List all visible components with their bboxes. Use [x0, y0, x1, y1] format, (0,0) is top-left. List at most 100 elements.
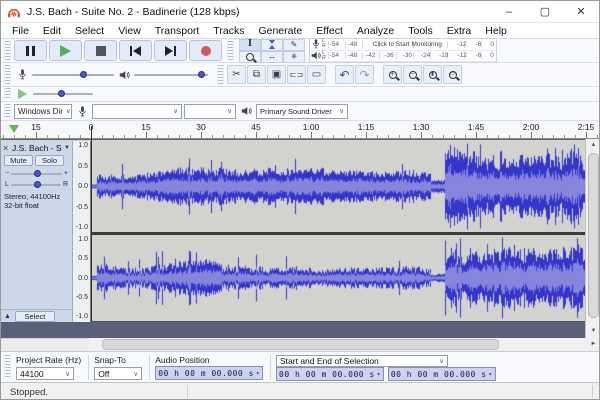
pan-thumb[interactable] — [33, 180, 41, 188]
menu-item[interactable]: Help — [478, 25, 514, 37]
meter-monitoring-hint[interactable]: Click to Start Monitoring — [357, 41, 457, 48]
paste-icon: ▣ — [271, 69, 282, 80]
play-speed-thumb[interactable] — [58, 90, 66, 97]
scroll-right-icon[interactable]: ► — [587, 338, 599, 351]
redo-button[interactable]: ↷ — [355, 65, 374, 84]
copy-button[interactable]: ⧉ — [247, 65, 266, 84]
play-speed-slider[interactable] — [33, 90, 93, 97]
recording-device-select[interactable]: ∨ — [92, 103, 182, 119]
scroll-down-icon[interactable]: ▼ — [586, 325, 599, 338]
silence-audio-button[interactable]: ▭ — [307, 65, 326, 84]
selection-mode-select[interactable]: Start and End of Selection ∨ — [276, 355, 449, 367]
toolbar-gripper[interactable] — [4, 41, 11, 60]
audio-host-select[interactable]: Windows Dir ∨ — [14, 103, 72, 119]
field-dropdown-icon[interactable]: ▾ — [489, 371, 493, 378]
snap-to-select[interactable]: Off ∨ — [94, 367, 143, 380]
field-dropdown-icon[interactable]: ▾ — [256, 370, 260, 377]
waveform-area[interactable] — [91, 141, 585, 323]
record-icon — [200, 45, 211, 56]
selection-tool-button[interactable]: I — [239, 38, 261, 51]
multi-tool-button[interactable]: ✳ — [283, 50, 305, 63]
toolbar-gripper[interactable] — [227, 41, 234, 60]
zoom-fit-project-button[interactable]: ▭ — [443, 65, 462, 84]
menu-item[interactable]: Edit — [36, 25, 68, 37]
menu-item[interactable]: File — [5, 25, 36, 37]
playback-volume-thumb[interactable] — [197, 70, 205, 78]
track-control-panel[interactable]: × J.S. Bach - S ▼ Mute Solo − + L R Ster… — [1, 141, 73, 323]
undo-button[interactable]: ↶ — [335, 65, 354, 84]
menu-item[interactable]: Extra — [440, 25, 479, 37]
cut-button[interactable]: ✂ — [227, 65, 246, 84]
title-bar: J.S. Bach - Suite No. 2 - Badinerie (128… — [1, 1, 599, 23]
waveform-channel-1[interactable] — [91, 141, 585, 232]
timeshift-tool-button[interactable]: ↔ — [261, 50, 283, 63]
menu-item[interactable]: Generate — [251, 25, 309, 37]
gain-thumb[interactable] — [34, 169, 42, 177]
zoom-out-button[interactable]: − — [403, 65, 422, 84]
menu-item[interactable]: Transport — [148, 25, 207, 37]
recording-volume-slider[interactable] — [32, 70, 114, 78]
play-button[interactable] — [49, 40, 82, 61]
project-rate-select[interactable]: 44100 ∨ — [16, 367, 74, 380]
track-select-button[interactable]: Select — [14, 311, 55, 322]
menu-item[interactable]: Analyze — [350, 25, 401, 37]
menu-item[interactable]: Tracks — [206, 25, 251, 37]
horizontal-scrollbar-thumb[interactable] — [102, 339, 499, 350]
minimize-button[interactable]: – — [491, 1, 527, 23]
envelope-tool-button[interactable] — [261, 38, 283, 51]
trim-audio-button[interactable]: ⊏⊐ — [287, 65, 306, 84]
pause-button[interactable] — [14, 40, 47, 61]
play-at-speed-button[interactable] — [14, 89, 31, 99]
zoom-to-selection-button[interactable]: ▮ — [423, 65, 442, 84]
zoom-tool-button[interactable] — [239, 50, 261, 63]
draw-tool-button[interactable]: ✎ — [283, 38, 305, 51]
maximize-button[interactable]: ▢ — [527, 1, 563, 23]
track-collapse-icon[interactable]: ▲ — [4, 313, 11, 320]
vertical-scale-ruler[interactable]: 1.0 0.5 0.0 -0.5 -1.0 1.0 0.5 0.0 -0.5 -1.0 — [73, 141, 91, 323]
recording-volume-thumb[interactable] — [79, 70, 87, 78]
timeline-play-pin-icon[interactable] — [9, 125, 19, 133]
recording-volume-icon — [16, 69, 28, 80]
recording-channels-select[interactable]: ∨ — [184, 103, 236, 119]
gain-slider[interactable] — [11, 169, 62, 177]
stop-button[interactable] — [84, 40, 117, 61]
skip-to-end-button[interactable] — [154, 40, 187, 61]
toolbar-gripper[interactable] — [4, 103, 11, 119]
horizontal-scrollbar[interactable]: ◄ ► — [1, 338, 599, 351]
mute-button[interactable]: Mute — [4, 155, 33, 166]
selection-start-field[interactable]: 00 h 00 m 00.000 s ▾ — [276, 367, 384, 381]
skip-to-end-icon — [165, 45, 176, 56]
close-button[interactable]: ✕ — [563, 1, 599, 23]
toolbar-gripper[interactable] — [4, 65, 11, 84]
skip-to-start-icon — [130, 45, 141, 56]
timeline-label: 1:00 — [302, 122, 320, 132]
solo-button[interactable]: Solo — [35, 155, 64, 166]
toolbar-gripper[interactable] — [4, 88, 11, 100]
selection-toolbar: Project Rate (Hz) 44100 ∨ Snap-To Off ∨ … — [1, 351, 599, 382]
menu-item[interactable]: Effect — [309, 25, 350, 37]
track-name[interactable]: J.S. Bach - S — [12, 143, 64, 153]
playback-device-select[interactable]: Primary Sound Driver ∨ — [256, 103, 348, 119]
vertical-scrollbar[interactable]: ▲ ▼ — [585, 139, 599, 338]
audio-position-field[interactable]: 00 h 00 m 00.000 s ▾ — [155, 366, 264, 380]
menu-item[interactable]: View — [111, 25, 148, 37]
playback-meter[interactable]: LR -54 -48 -42 -36 -30 -24 -18 -12 -6 0 — [310, 50, 496, 62]
waveform-channel-2[interactable] — [91, 235, 585, 321]
track-menu-icon[interactable]: ▼ — [64, 145, 70, 151]
vertical-scrollbar-thumb[interactable] — [588, 153, 599, 318]
toolbar-gripper[interactable] — [217, 65, 224, 84]
scroll-up-icon[interactable]: ▲ — [586, 139, 599, 152]
skip-to-start-button[interactable] — [119, 40, 152, 61]
playback-volume-slider[interactable] — [134, 70, 208, 78]
selection-end-field[interactable]: 00 h 00 m 00.000 s ▾ — [387, 367, 496, 381]
recording-meter[interactable]: LR -54 -48 Click to Start Monitoring -12-… — [310, 39, 496, 51]
toolbar-gripper[interactable] — [4, 355, 11, 379]
zoom-in-button[interactable]: + — [383, 65, 402, 84]
record-button[interactable] — [189, 40, 222, 61]
pan-slider[interactable] — [10, 180, 61, 188]
field-dropdown-icon[interactable]: ▾ — [377, 371, 381, 378]
paste-button[interactable]: ▣ — [267, 65, 286, 84]
menu-item[interactable]: Tools — [401, 25, 440, 37]
track-close-icon[interactable]: × — [3, 143, 12, 153]
menu-item[interactable]: Select — [68, 25, 111, 37]
